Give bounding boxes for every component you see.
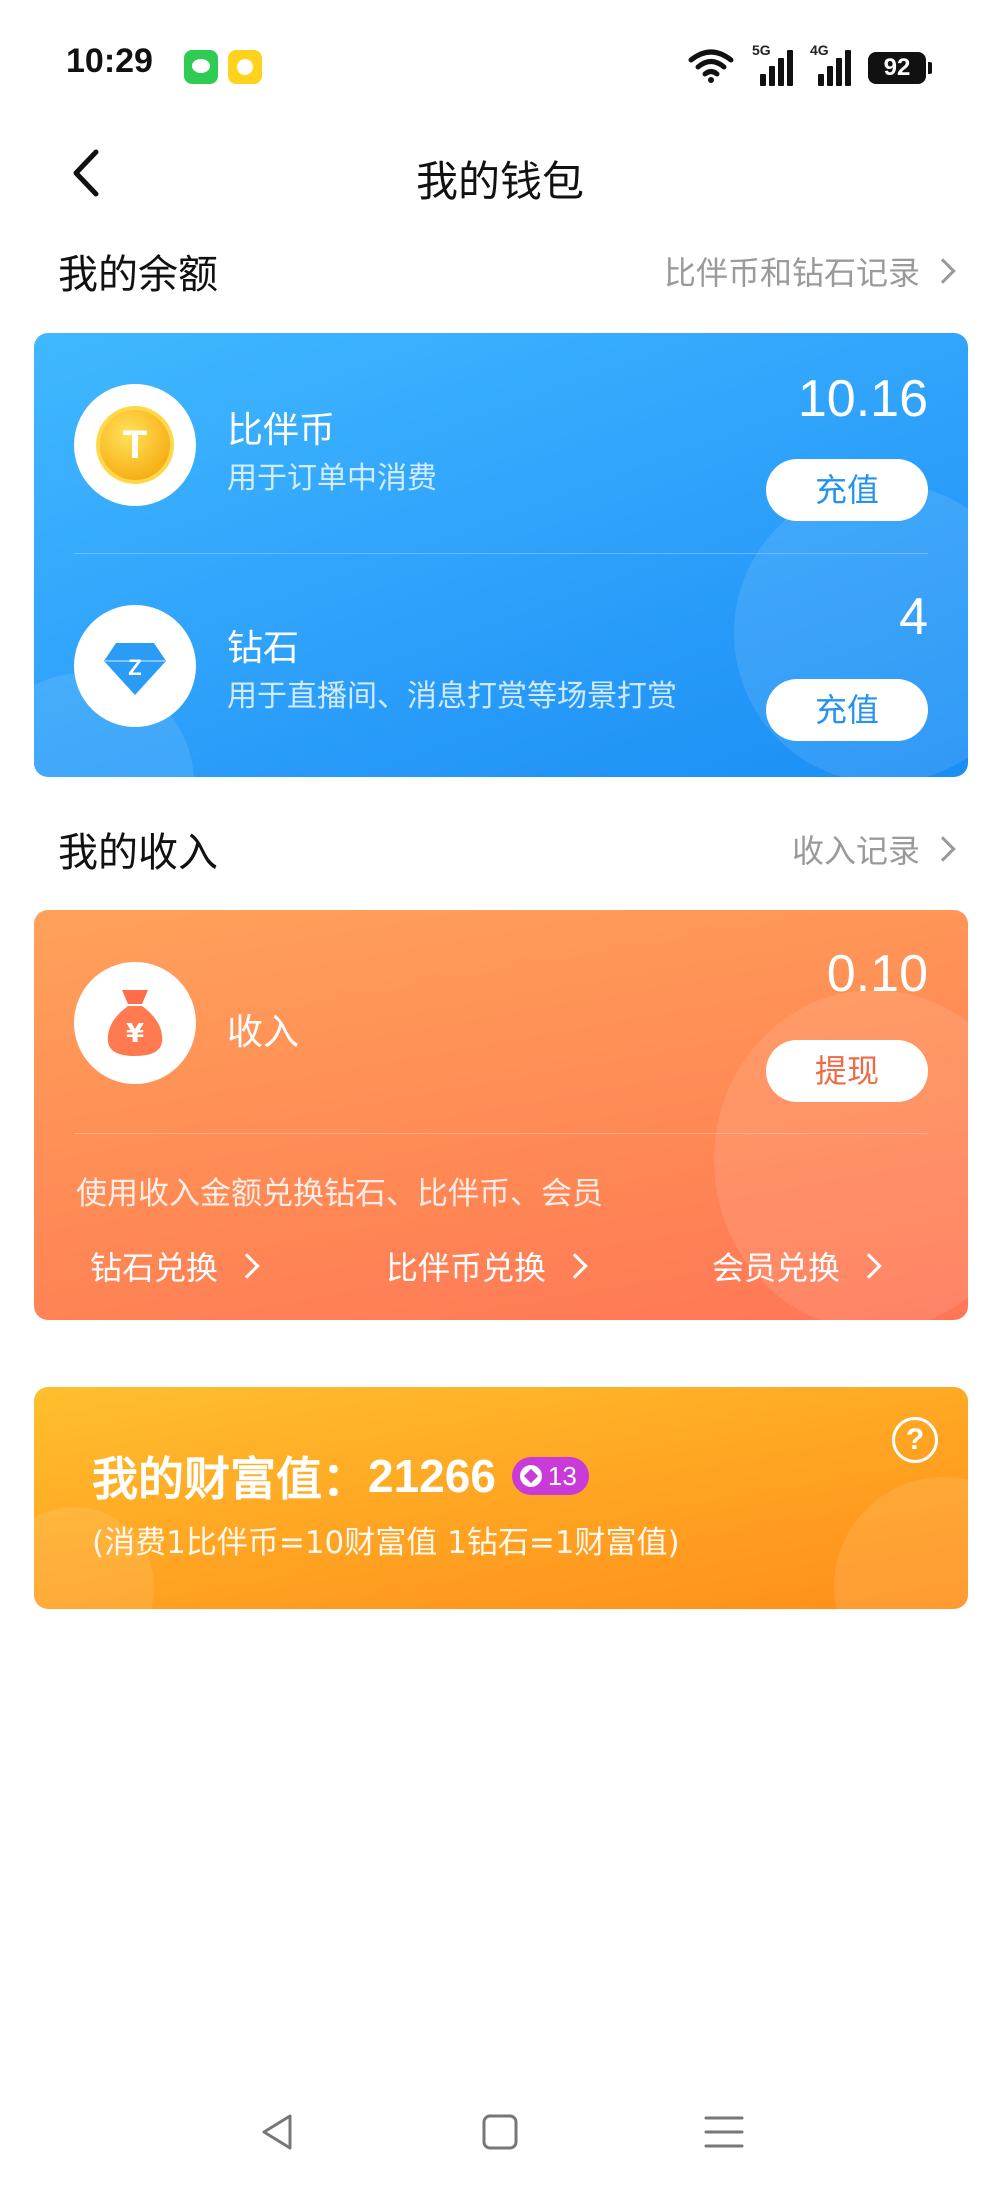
page-title: 我的钱包 xyxy=(415,157,584,206)
income-records-link[interactable]: 收入记录 xyxy=(791,826,956,872)
chevron-right-icon xyxy=(562,1253,588,1279)
diamond-exchange-link[interactable]: 钻石兑换 xyxy=(90,1243,260,1289)
chevron-right-icon xyxy=(234,1253,260,1279)
wifi-icon xyxy=(688,49,734,83)
balance-card: T 比伴币 用于订单中消费 10.16 充值 Z 钻石 用于直播间、消息打赏等场… xyxy=(34,333,968,777)
coin-amount: 10.16 xyxy=(797,370,928,428)
chevron-right-icon xyxy=(856,1253,882,1279)
coin-icon: T xyxy=(96,406,174,484)
wealth-title: 我的财富值： 21266 13 xyxy=(92,1443,589,1509)
diamond-icon: Z xyxy=(104,643,166,695)
diamond-letter: Z xyxy=(128,655,141,680)
income-name: 收入 xyxy=(227,1012,300,1053)
network-5g-label: 5G xyxy=(752,42,771,58)
money-bag-icon-wrap: ¥ xyxy=(74,962,196,1084)
member-exchange-link[interactable]: 会员兑换 xyxy=(712,1243,882,1289)
coin-icon-wrap: T xyxy=(74,384,196,506)
nav-home-icon[interactable] xyxy=(478,2110,522,2154)
status-bar: 10:29 5G 4G 92 xyxy=(0,0,1000,130)
coin-exchange-label: 比伴币兑换 xyxy=(386,1249,547,1287)
decorative-shape xyxy=(834,1477,968,1609)
income-amount: 0.10 xyxy=(826,945,928,1003)
nav-menu-icon[interactable] xyxy=(702,2110,746,2154)
income-card: ¥ 收入 0.10 提现 使用收入金额兑换钻石、比伴币、会员 钻石兑换 比伴币兑… xyxy=(34,910,968,1320)
wealth-rule-note: (消费1比伴币=10财富值 1钻石=1财富值) xyxy=(92,1525,680,1561)
nav-back-icon[interactable] xyxy=(256,2110,300,2154)
wechat-icon xyxy=(184,50,218,84)
coin-description: 用于订单中消费 xyxy=(227,461,437,496)
diamond-recharge-button[interactable]: 充值 xyxy=(766,679,928,741)
diamond-amount: 4 xyxy=(899,588,928,646)
chevron-right-icon xyxy=(930,836,956,862)
system-navigation-bar xyxy=(0,2090,1000,2180)
balance-divider xyxy=(74,553,928,554)
money-bag-symbol: ¥ xyxy=(126,1019,144,1049)
balance-records-label: 比伴币和钻石记录 xyxy=(663,254,920,292)
diamond-balance-row: Z 钻石 用于直播间、消息打赏等场景打赏 4 充值 xyxy=(34,555,968,777)
member-exchange-label: 会员兑换 xyxy=(712,1249,841,1287)
income-records-label: 收入记录 xyxy=(791,832,920,870)
coin-name: 比伴币 xyxy=(227,410,336,451)
status-time: 10:29 xyxy=(66,42,153,80)
diamond-name: 钻石 xyxy=(227,628,300,669)
network-4g-label: 4G xyxy=(810,42,829,58)
wealth-level-badge: 13 xyxy=(511,1457,589,1495)
level-gem-icon xyxy=(519,1465,542,1487)
balance-records-link[interactable]: 比伴币和钻石记录 xyxy=(663,248,956,294)
income-exchange-note: 使用收入金额兑换钻石、比伴币、会员 xyxy=(76,1176,603,1212)
coin-recharge-button[interactable]: 充值 xyxy=(766,459,928,521)
diamond-description: 用于直播间、消息打赏等场景打赏 xyxy=(227,679,677,714)
money-bag-icon: ¥ xyxy=(107,990,163,1056)
coin-exchange-link[interactable]: 比伴币兑换 xyxy=(386,1243,588,1289)
chevron-right-icon xyxy=(930,258,956,284)
signal-5g-icon: 5G xyxy=(752,42,796,86)
wealth-label: 我的财富值： xyxy=(92,1452,368,1506)
income-section-title: 我的收入 xyxy=(58,830,218,876)
wealth-level: 13 xyxy=(547,1460,577,1491)
app-notification-icon xyxy=(228,50,262,84)
wealth-card[interactable]: 我的财富值： 21266 13 (消费1比伴币=10财富值 1钻石=1财富值) … xyxy=(34,1387,968,1609)
coin-balance-row: T 比伴币 用于订单中消费 10.16 充值 xyxy=(34,333,968,553)
withdraw-button[interactable]: 提现 xyxy=(766,1040,928,1102)
diamond-exchange-label: 钻石兑换 xyxy=(90,1249,219,1287)
battery-indicator: 92 xyxy=(868,52,932,84)
income-divider xyxy=(74,1133,928,1134)
signal-4g-icon: 4G xyxy=(810,42,854,86)
diamond-icon-wrap: Z xyxy=(74,605,196,727)
balance-section-title: 我的余额 xyxy=(58,252,218,298)
help-icon[interactable]: ? xyxy=(892,1417,938,1463)
wealth-value: 21266 xyxy=(368,1450,496,1502)
